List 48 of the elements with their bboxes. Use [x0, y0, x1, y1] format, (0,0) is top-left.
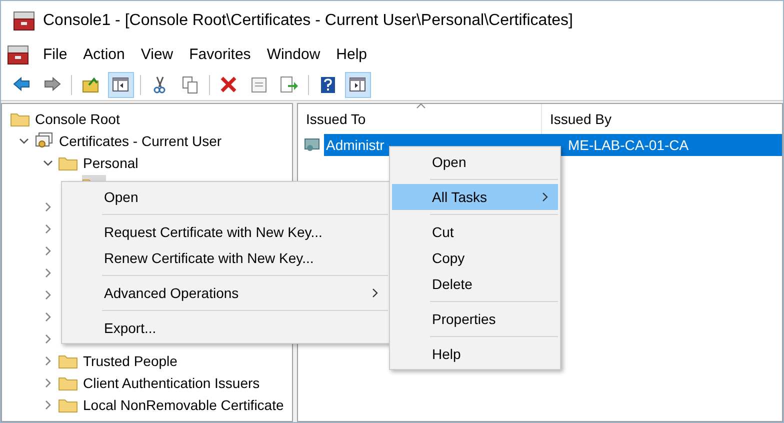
- column-header[interactable]: Issued By: [542, 104, 782, 134]
- menu-item[interactable]: Action: [75, 44, 133, 66]
- certificate-icon: [304, 136, 322, 154]
- menu-item[interactable]: Delete: [392, 271, 558, 297]
- window-title: Console1 - [Console Root\Certificates - Current User\Personal\Certificates]: [43, 11, 573, 31]
- menu-item[interactable]: Export...: [64, 315, 388, 341]
- pane-button[interactable]: [108, 72, 134, 98]
- folder-icon: [58, 353, 78, 369]
- menu-item[interactable]: Window: [258, 44, 328, 66]
- tree-item[interactable]: Console Root: [10, 109, 124, 129]
- console-icon: [13, 11, 35, 31]
- menu-item[interactable]: Advanced Operations: [64, 280, 388, 306]
- menu-item[interactable]: Favorites: [181, 44, 259, 66]
- menu-item[interactable]: Properties: [392, 306, 558, 332]
- pane-icon: [111, 74, 131, 94]
- delete-icon: [219, 74, 239, 94]
- help-icon: [318, 74, 338, 94]
- copy-icon: [180, 74, 200, 94]
- tree-item[interactable]: Local NonRemovable Certificate: [58, 395, 288, 415]
- tree-item[interactable]: Certificates - Current User: [34, 131, 226, 151]
- table-cell-text: ME-LAB-CA-01-CA: [567, 136, 689, 154]
- menu-item[interactable]: Open: [64, 184, 388, 210]
- export-icon: [279, 74, 299, 94]
- menu-item[interactable]: Request Certificate with New Key...: [64, 219, 388, 245]
- menu-item[interactable]: View: [132, 44, 182, 66]
- menu-item[interactable]: Copy: [392, 245, 558, 271]
- menu-item[interactable]: Help: [392, 341, 558, 367]
- submenu-chevron-icon: [372, 288, 378, 298]
- pane-icon: [348, 74, 368, 94]
- tree-item[interactable]: Personal: [58, 153, 142, 173]
- menu-item[interactable]: File: [35, 44, 76, 66]
- folder-up-icon: [81, 74, 101, 94]
- folder-icon: [58, 155, 78, 171]
- tree-item[interactable]: Trusted People: [58, 351, 182, 371]
- folder-icon: [58, 375, 78, 391]
- folder-icon: [10, 111, 30, 127]
- menu-item[interactable]: All Tasks: [392, 184, 558, 210]
- submenu-chevron-icon: [542, 192, 548, 202]
- folder-icon: [58, 397, 78, 413]
- menu-item[interactable]: Help: [328, 44, 376, 66]
- properties-icon: [249, 74, 269, 94]
- table-cell-text: Administr: [325, 136, 386, 154]
- menu-item[interactable]: Cut: [392, 219, 558, 245]
- menu-item[interactable]: Renew Certificate with New Key...: [64, 245, 388, 271]
- pane-button[interactable]: [345, 72, 371, 98]
- console-icon[interactable]: [7, 45, 29, 65]
- certificate-store-icon: [34, 132, 54, 150]
- tree-item[interactable]: Client Authentication Issuers: [58, 373, 264, 393]
